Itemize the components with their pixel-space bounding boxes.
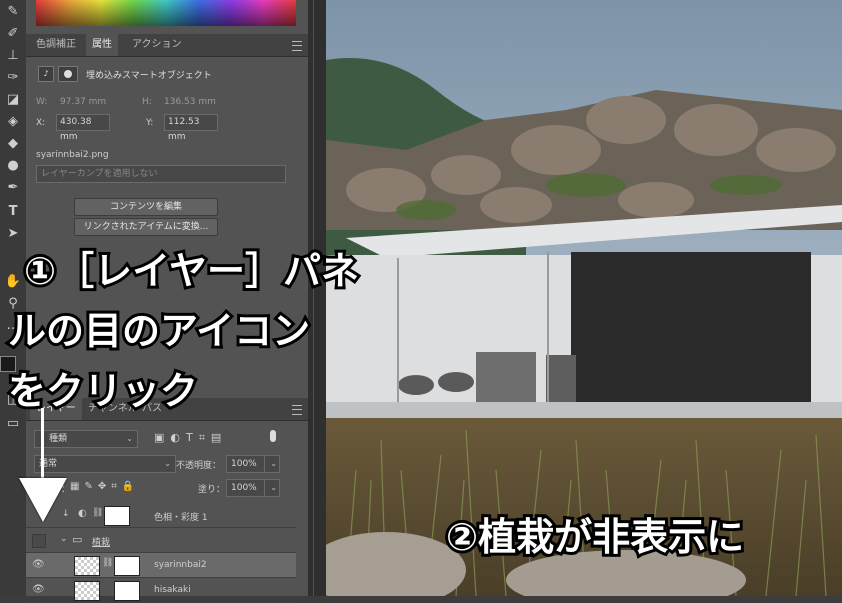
lock-icons[interactable]: ▦✎✥⌗🔒 bbox=[70, 481, 139, 492]
callout-arrow-shaft bbox=[41, 408, 44, 480]
screen-mode-icon[interactable]: ▭ bbox=[2, 414, 24, 434]
step1-callout-line1: ①［レイヤー］パネ bbox=[21, 246, 362, 296]
tab-adjustments[interactable]: 色調補正 bbox=[30, 34, 82, 56]
layer-name[interactable]: syarinnbai2 bbox=[154, 560, 207, 570]
down-arrow-icon bbox=[19, 478, 67, 522]
tab-properties[interactable]: 属性 bbox=[86, 34, 118, 56]
w-label: W: bbox=[36, 97, 48, 107]
filter-kind-select[interactable]: 種類 ⌄ bbox=[34, 430, 138, 448]
layer-row-hisakaki[interactable]: 👁 hisakaki bbox=[26, 578, 296, 603]
chevron-down-icon: ⌄ bbox=[126, 434, 133, 443]
stamp-icon[interactable]: ⊥ bbox=[2, 46, 24, 66]
layer-name[interactable]: 植栽 bbox=[92, 535, 110, 548]
properties-tabbar: 色調補正 属性 アクション bbox=[26, 34, 308, 57]
opacity-dropdown[interactable]: ⌄ bbox=[264, 455, 280, 473]
w-value: 97.37 mm bbox=[60, 97, 107, 107]
fill-dropdown[interactable]: ⌄ bbox=[264, 479, 280, 497]
filter-kind-value: 種類 bbox=[49, 434, 68, 444]
opacity-label: 不透明度： bbox=[176, 461, 222, 471]
bucket-icon[interactable]: ◈ bbox=[2, 112, 24, 132]
step1-callout-line3: をクリック bbox=[5, 366, 201, 416]
blur-icon[interactable]: ◆ bbox=[2, 134, 24, 154]
layer-thumb[interactable] bbox=[74, 556, 100, 576]
y-label: Y: bbox=[146, 118, 154, 128]
history-brush-icon[interactable]: ✑ bbox=[2, 68, 24, 88]
brush-tool-icon[interactable]: ✎ bbox=[2, 2, 24, 22]
layer-row-syarinnbai2[interactable]: 👁 ⛓ syarinnbai2 bbox=[26, 553, 296, 578]
mask-icon[interactable] bbox=[58, 66, 78, 82]
chevron-down-icon: ⌄ bbox=[270, 459, 277, 468]
y-input[interactable]: 112.53 mm bbox=[164, 114, 218, 142]
adjustment-icon: ◐ bbox=[78, 508, 87, 519]
fill-input[interactable]: 100% bbox=[226, 479, 266, 497]
layer-mask-thumb[interactable] bbox=[104, 506, 130, 526]
step2-callout: ②植栽が非表示に bbox=[443, 512, 747, 562]
layer-thumb[interactable] bbox=[74, 581, 100, 601]
layer-mask-thumb[interactable] bbox=[114, 556, 140, 576]
color-spectrum[interactable] bbox=[36, 0, 296, 26]
visibility-eye-icon[interactable]: 👁 bbox=[32, 559, 45, 571]
h-value: 136.53 mm bbox=[164, 97, 216, 107]
h-label: H: bbox=[142, 97, 152, 107]
filter-toggle-icon[interactable] bbox=[270, 430, 276, 442]
edit-contents-button[interactable]: コンテンツを編集 bbox=[74, 198, 218, 216]
chevron-down-icon: ⌄ bbox=[270, 483, 277, 492]
layer-name[interactable]: 色相・彩度 1 bbox=[154, 510, 208, 523]
layers-menu-icon[interactable] bbox=[292, 405, 302, 415]
tab-actions[interactable]: アクション bbox=[126, 34, 188, 56]
layer-comp-select[interactable]: レイヤーカンプを適用しない bbox=[36, 165, 286, 183]
right-panels: 色調補正 属性 アクション ♪ 埋め込みスマートオブジェクト W: 97.37 … bbox=[26, 0, 308, 603]
pen-icon[interactable]: ✒ bbox=[2, 178, 24, 198]
object-type-label: 埋め込みスマートオブジェクト bbox=[86, 71, 212, 81]
x-input[interactable]: 430.38 mm bbox=[56, 114, 110, 142]
panel-menu-icon[interactable] bbox=[292, 41, 302, 51]
folder-icon: ▭ bbox=[72, 533, 83, 546]
panel-scrollbar[interactable] bbox=[308, 0, 326, 596]
type-icon[interactable]: T bbox=[2, 202, 24, 222]
eraser-icon[interactable]: ◪ bbox=[2, 90, 24, 110]
link-icon: ⛓ bbox=[92, 508, 104, 518]
opacity-input[interactable]: 100% bbox=[226, 455, 266, 473]
layer-mask-thumb[interactable] bbox=[114, 581, 140, 601]
select-arrow-icon[interactable]: ➤ bbox=[2, 224, 24, 244]
dodge-icon[interactable]: ● bbox=[2, 156, 24, 176]
hand-icon[interactable]: ✋ bbox=[2, 272, 24, 292]
filter-icons[interactable]: ▣◐T⌗▤ bbox=[154, 431, 227, 445]
chevron-down-icon: ⌄ bbox=[164, 459, 171, 468]
convert-linked-button[interactable]: リンクされたアイテムに変換... bbox=[74, 218, 218, 236]
smart-object-icon: ♪ bbox=[38, 66, 54, 82]
paint-brush-icon[interactable]: ✐ bbox=[2, 24, 24, 44]
fill-label: 塗り： bbox=[198, 485, 226, 495]
blend-mode-select[interactable]: 通常 ⌄ bbox=[34, 455, 176, 473]
smart-object-filename: syarinnbai2.png bbox=[36, 150, 109, 160]
layer-comp-placeholder: レイヤーカンプを適用しない bbox=[41, 169, 158, 179]
link-icon: ⛓ bbox=[102, 558, 114, 568]
chevron-down-icon[interactable]: ⌄ bbox=[60, 534, 68, 544]
step1-callout-line2: ルの目のアイコン bbox=[5, 306, 313, 356]
visibility-eye-icon[interactable]: 👁 bbox=[32, 584, 45, 596]
x-label: X: bbox=[36, 118, 46, 128]
layer-row-group-planting[interactable]: ⌄ ▭ 植栽 bbox=[26, 528, 296, 553]
visibility-eye-hidden-icon[interactable] bbox=[32, 534, 46, 548]
layer-name[interactable]: hisakaki bbox=[154, 585, 191, 595]
